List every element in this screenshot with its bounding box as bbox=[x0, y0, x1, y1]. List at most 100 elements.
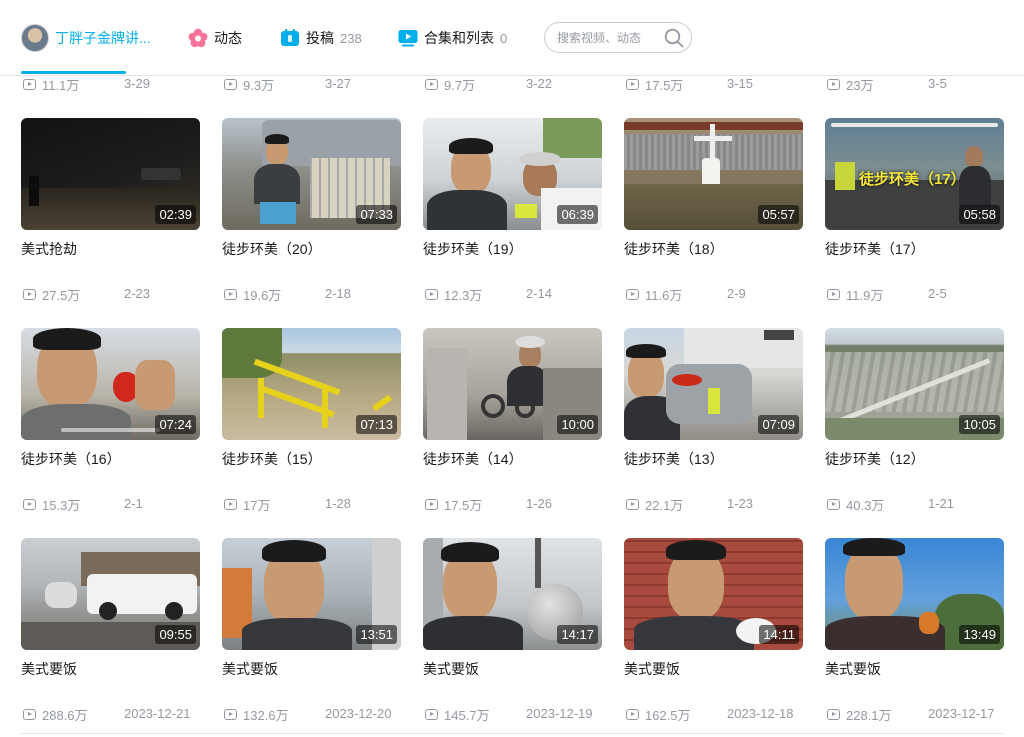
video-title[interactable]: 美式要饭 bbox=[21, 659, 77, 679]
view-count-text: 40.3万 bbox=[846, 497, 885, 513]
avatar[interactable] bbox=[21, 24, 49, 52]
publish-date: 2023-12-17 bbox=[928, 706, 995, 721]
tab-uploads-label: 投稿 bbox=[306, 30, 334, 46]
video-thumbnail[interactable]: 10:05 bbox=[825, 328, 1004, 440]
video-thumbnail[interactable]: 05:57 bbox=[624, 118, 803, 230]
view-count-text: 162.5万 bbox=[645, 707, 691, 723]
profile-tab-bar: 丁胖子金牌讲... 动态 投稿 238 合集和列表 0 bbox=[0, 0, 1024, 76]
video-duration: 10:00 bbox=[557, 415, 598, 434]
video-thumbnail[interactable]: 13:49 bbox=[825, 538, 1004, 650]
video-duration: 06:39 bbox=[557, 205, 598, 224]
view-count: 162.5万 bbox=[626, 704, 691, 724]
publish-date: 2023-12-18 bbox=[727, 706, 794, 721]
publish-date: 2-18 bbox=[325, 286, 352, 301]
video-title[interactable]: 徒步环美（18） bbox=[624, 239, 724, 259]
view-count: 11.6万 bbox=[626, 284, 682, 304]
nav-home[interactable]: 丁胖子金牌讲... bbox=[21, 22, 151, 54]
video-duration: 07:13 bbox=[356, 415, 397, 434]
video-title[interactable]: 徒步环美（17） bbox=[825, 239, 925, 259]
view-count: 15.3万 bbox=[23, 494, 80, 514]
video-thumbnail[interactable]: 14:11 bbox=[624, 538, 803, 650]
video-thumbnail[interactable]: 07:13 bbox=[222, 328, 401, 440]
video-title[interactable]: 美式要饭 bbox=[624, 659, 680, 679]
video-thumbnail[interactable]: 07:24 bbox=[21, 328, 200, 440]
uploads-count: 238 bbox=[340, 30, 362, 46]
play-count-icon bbox=[827, 78, 840, 90]
view-count: 17.5万 bbox=[626, 74, 683, 94]
user-name[interactable]: 丁胖子金牌讲... bbox=[55, 28, 151, 48]
tab-collections[interactable]: 合集和列表 0 bbox=[398, 22, 507, 54]
view-count: 40.3万 bbox=[827, 494, 884, 514]
search-icon[interactable] bbox=[663, 27, 685, 49]
view-count-text: 228.1万 bbox=[846, 707, 892, 723]
view-count-text: 145.7万 bbox=[444, 707, 490, 723]
collections-count: 0 bbox=[500, 30, 508, 46]
video-thumbnail[interactable]: 07:33 bbox=[222, 118, 401, 230]
thumb-overlay-title: 徒步环美（17） bbox=[859, 171, 966, 188]
publish-date: 1-26 bbox=[526, 496, 553, 511]
video-duration: 05:58 bbox=[959, 205, 1000, 224]
view-count: 11.1万 bbox=[23, 74, 79, 94]
play-count-icon bbox=[224, 498, 237, 510]
video-title[interactable]: 美式要饭 bbox=[825, 659, 881, 679]
view-count: 288.6万 bbox=[23, 704, 88, 724]
tab-dynamics[interactable]: 动态 bbox=[188, 22, 242, 54]
divider bbox=[21, 733, 1004, 734]
publish-date: 2-5 bbox=[928, 286, 947, 301]
video-duration: 05:57 bbox=[758, 205, 799, 224]
video-thumbnail[interactable]: 13:51 bbox=[222, 538, 401, 650]
video-duration: 14:17 bbox=[557, 625, 598, 644]
view-count: 23万 bbox=[827, 74, 873, 94]
publish-date: 2-23 bbox=[124, 286, 151, 301]
play-count-icon bbox=[224, 288, 237, 300]
video-title[interactable]: 徒步环美（15） bbox=[222, 449, 322, 469]
play-count-icon bbox=[626, 498, 639, 510]
video-title[interactable]: 徒步环美（14） bbox=[423, 449, 523, 469]
stats-row: 27.5万 2-23 19.6万 2-18 12.3万 2-14 11.6万 2… bbox=[0, 284, 1024, 304]
play-count-icon bbox=[425, 288, 438, 300]
play-count-icon bbox=[425, 708, 438, 720]
view-count: 9.3万 bbox=[224, 74, 274, 94]
video-thumbnail[interactable]: 06:39 bbox=[423, 118, 602, 230]
play-count-icon bbox=[626, 78, 639, 90]
publish-date: 1-23 bbox=[727, 496, 754, 511]
play-count-icon bbox=[626, 288, 639, 300]
play-count-icon bbox=[23, 78, 36, 90]
tab-uploads[interactable]: 投稿 238 bbox=[280, 22, 362, 54]
video-thumbnail[interactable]: 07:09 bbox=[624, 328, 803, 440]
video-title[interactable]: 美式要饭 bbox=[222, 659, 278, 679]
view-count-text: 15.3万 bbox=[42, 497, 81, 513]
video-title[interactable]: 美式抢劫 bbox=[21, 239, 77, 259]
video-title[interactable]: 美式要饭 bbox=[423, 659, 479, 679]
video-title[interactable]: 徒步环美（12） bbox=[825, 449, 925, 469]
publish-date: 2-1 bbox=[124, 496, 143, 511]
tab-dynamics-label: 动态 bbox=[214, 30, 242, 46]
view-count-text: 17万 bbox=[243, 497, 271, 513]
video-thumbnail[interactable]: 09:55 bbox=[21, 538, 200, 650]
search-input[interactable] bbox=[557, 30, 661, 45]
view-count-text: 9.7万 bbox=[444, 77, 476, 93]
video-title[interactable]: 徒步环美（16） bbox=[21, 449, 121, 469]
video-title[interactable]: 徒步环美（20） bbox=[222, 239, 322, 259]
publish-date: 2-14 bbox=[526, 286, 553, 301]
view-count-text: 12.3万 bbox=[444, 287, 483, 303]
view-count-text: 132.6万 bbox=[243, 707, 289, 723]
video-title[interactable]: 徒步环美（19） bbox=[423, 239, 523, 259]
view-count-text: 19.6万 bbox=[243, 287, 282, 303]
video-duration: 07:24 bbox=[155, 415, 196, 434]
video-thumbnail[interactable]: 14:17 bbox=[423, 538, 602, 650]
view-count-text: 27.5万 bbox=[42, 287, 81, 303]
video-title[interactable]: 徒步环美（13） bbox=[624, 449, 724, 469]
publish-date: 2023-12-20 bbox=[325, 706, 392, 721]
publish-date: 2023-12-21 bbox=[124, 706, 191, 721]
play-count-icon bbox=[827, 498, 840, 510]
video-thumbnail[interactable]: 10:00 bbox=[423, 328, 602, 440]
publish-date: 3-15 bbox=[727, 76, 754, 91]
view-count: 17万 bbox=[224, 494, 270, 514]
view-count-text: 23万 bbox=[846, 77, 874, 93]
top-stats-row: 11.1万 3-29 9.3万 3-27 9.7万 3-22 17.5万 3-1… bbox=[0, 74, 1024, 94]
view-count: 11.9万 bbox=[827, 284, 883, 304]
video-duration: 07:09 bbox=[758, 415, 799, 434]
video-thumbnail[interactable]: 02:39 bbox=[21, 118, 200, 230]
video-thumbnail[interactable]: 徒步环美（17） 05:58 bbox=[825, 118, 1004, 230]
